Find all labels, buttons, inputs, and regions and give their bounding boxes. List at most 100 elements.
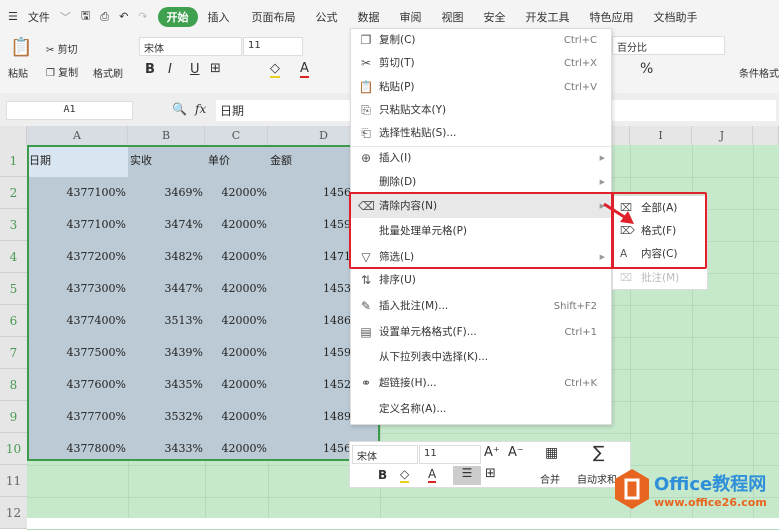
percent-button[interactable]: % — [640, 61, 653, 77]
data-cell[interactable]: 3469% — [128, 177, 203, 209]
context-menu-item[interactable]: 📋 粘贴(P) Ctrl+V — [351, 76, 611, 99]
data-cell[interactable]: 1456 — [323, 433, 350, 465]
row-header-2[interactable]: 2 — [0, 177, 27, 209]
data-cell[interactable]: 4377500% — [27, 337, 126, 369]
redo-icon[interactable]: ↷ — [138, 10, 147, 23]
number-format-select[interactable]: 百分比 — [612, 36, 725, 55]
data-cell[interactable]: 3513% — [128, 305, 203, 337]
context-menu-item[interactable]: 定义名称(A)... — [351, 398, 611, 421]
row-header-9[interactable]: 9 — [0, 401, 27, 433]
header-cell[interactable]: 金额 — [270, 145, 350, 177]
border-icon[interactable]: ⊞ — [210, 61, 221, 76]
data-cell[interactable]: 1459 — [323, 209, 350, 241]
align-icon[interactable]: ☰ — [453, 466, 481, 485]
copy-button[interactable]: ❐ 复制 — [46, 64, 78, 79]
tab-developer[interactable]: 开发工具 — [526, 9, 570, 25]
mini-fill-color-icon[interactable]: ◇ — [400, 467, 410, 483]
grow-font-icon[interactable]: A⁺ — [484, 445, 500, 460]
row-header-10[interactable]: 10 — [0, 433, 27, 465]
header-cell[interactable]: 日期 — [29, 145, 109, 177]
paste-icon[interactable]: 📋 — [10, 37, 32, 58]
data-cell[interactable]: 3482% — [128, 241, 203, 273]
row-header-6[interactable]: 6 — [0, 305, 27, 337]
merge-button[interactable]: 合并 — [540, 471, 560, 486]
cut-button[interactable]: ✂ 剪切 — [46, 41, 78, 56]
data-cell[interactable]: 3474% — [128, 209, 203, 241]
context-menu-item[interactable]: ⇅ 排序(U) — [351, 269, 611, 292]
fill-color-icon[interactable]: ◇ — [270, 61, 280, 78]
column-header-a[interactable]: A — [27, 126, 128, 145]
row-header-11[interactable]: 11 — [0, 465, 27, 497]
context-menu-item[interactable]: ⊕ 插入(I) ▶ — [351, 147, 611, 170]
italic-button[interactable]: I — [168, 62, 172, 77]
column-header-j[interactable]: J — [692, 126, 753, 145]
data-cell[interactable]: 4377700% — [27, 401, 126, 433]
data-cell[interactable]: 4377100% — [27, 177, 126, 209]
conditional-format-button[interactable]: 条件格式 — [739, 65, 779, 80]
context-menu-item[interactable]: ❐ 复制(C) Ctrl+C — [351, 29, 611, 52]
context-menu-item[interactable]: 从下拉列表中选择(K)... — [351, 346, 611, 369]
print-icon[interactable]: ⎙ — [100, 10, 109, 24]
autosum-button[interactable]: 自动求和 — [577, 471, 617, 486]
tab-doc-assistant[interactable]: 文档助手 — [654, 9, 698, 25]
font-select[interactable]: 宋体 — [139, 37, 242, 56]
context-menu-item[interactable]: ✎ 插入批注(M)... Shift+F2 — [351, 295, 611, 318]
row-header-8[interactable]: 8 — [0, 369, 27, 401]
data-cell[interactable]: 42000% — [205, 209, 267, 241]
sum-icon[interactable]: ∑ — [593, 443, 604, 463]
fx-label[interactable]: fx — [195, 102, 206, 116]
context-menu-item[interactable]: 删除(D) ▶ — [351, 171, 611, 194]
mini-bold-button[interactable]: B — [378, 468, 387, 482]
data-cell[interactable]: 3447% — [128, 273, 203, 305]
name-box[interactable]: A1 — [6, 101, 133, 120]
row-header-3[interactable]: 3 — [0, 209, 27, 241]
file-menu[interactable]: 文件 — [28, 9, 50, 25]
data-cell[interactable]: 42000% — [205, 177, 267, 209]
row-header-7[interactable]: 7 — [0, 337, 27, 369]
mini-font-select[interactable]: 宋体 — [352, 445, 418, 464]
header-cell[interactable]: 实收 — [130, 145, 210, 177]
column-header-b[interactable]: B — [128, 126, 205, 145]
context-menu-item[interactable]: ▤ 设置单元格格式(F)... Ctrl+1 — [351, 321, 611, 344]
row-header-5[interactable]: 5 — [0, 273, 27, 305]
row-header-12[interactable]: 12 — [0, 497, 27, 529]
context-menu-item[interactable]: ⎗ 选择性粘贴(S)... — [351, 122, 611, 145]
data-cell[interactable]: 42000% — [205, 273, 267, 305]
data-cell[interactable]: 4377800% — [27, 433, 126, 465]
tab-page-layout[interactable]: 页面布局 — [252, 9, 296, 25]
data-cell[interactable]: 1489 — [323, 401, 350, 433]
data-cell[interactable]: 4377200% — [27, 241, 126, 273]
data-cell[interactable]: 4377400% — [27, 305, 126, 337]
data-cell[interactable]: 42000% — [205, 241, 267, 273]
tab-insert[interactable]: 插入 — [208, 9, 230, 25]
mini-size-select[interactable]: 11 — [419, 445, 481, 464]
row-header-1[interactable]: 1 — [0, 145, 27, 177]
data-cell[interactable]: 4377100% — [27, 209, 126, 241]
tab-data[interactable]: 数据 — [358, 9, 380, 25]
tab-formula[interactable]: 公式 — [316, 9, 338, 25]
data-cell[interactable]: 1453 — [323, 273, 350, 305]
paste-button[interactable]: 粘贴 — [8, 65, 28, 80]
zoom-icon[interactable]: 🔍 — [172, 102, 187, 116]
underline-button[interactable]: U — [190, 62, 200, 77]
data-cell[interactable]: 4377600% — [27, 369, 126, 401]
merge-icon[interactable]: ▦ — [545, 445, 558, 461]
bold-button[interactable]: B — [145, 62, 155, 77]
data-cell[interactable]: 3439% — [128, 337, 203, 369]
row-header-4[interactable]: 4 — [0, 241, 27, 273]
data-cell[interactable]: 1471 — [323, 241, 350, 273]
save-icon[interactable]: 🖫 — [81, 7, 90, 26]
data-cell[interactable]: 3532% — [128, 401, 203, 433]
tab-view[interactable]: 视图 — [442, 9, 464, 25]
data-cell[interactable]: 42000% — [205, 305, 267, 337]
data-cell[interactable]: 1452 — [323, 369, 350, 401]
chevron-down-icon[interactable]: ﹀ — [60, 9, 71, 25]
data-cell[interactable]: 3433% — [128, 433, 203, 465]
data-cell[interactable]: 3435% — [128, 369, 203, 401]
context-menu-item[interactable]: ⚭ 超链接(H)... Ctrl+K — [351, 372, 611, 395]
format-painter-button[interactable]: 格式刷 — [93, 65, 123, 80]
tab-special[interactable]: 特色应用 — [590, 9, 634, 25]
shrink-font-icon[interactable]: A⁻ — [508, 445, 524, 460]
mini-border-icon[interactable]: ⊞ — [485, 466, 496, 481]
font-color-icon[interactable]: A — [300, 61, 309, 78]
